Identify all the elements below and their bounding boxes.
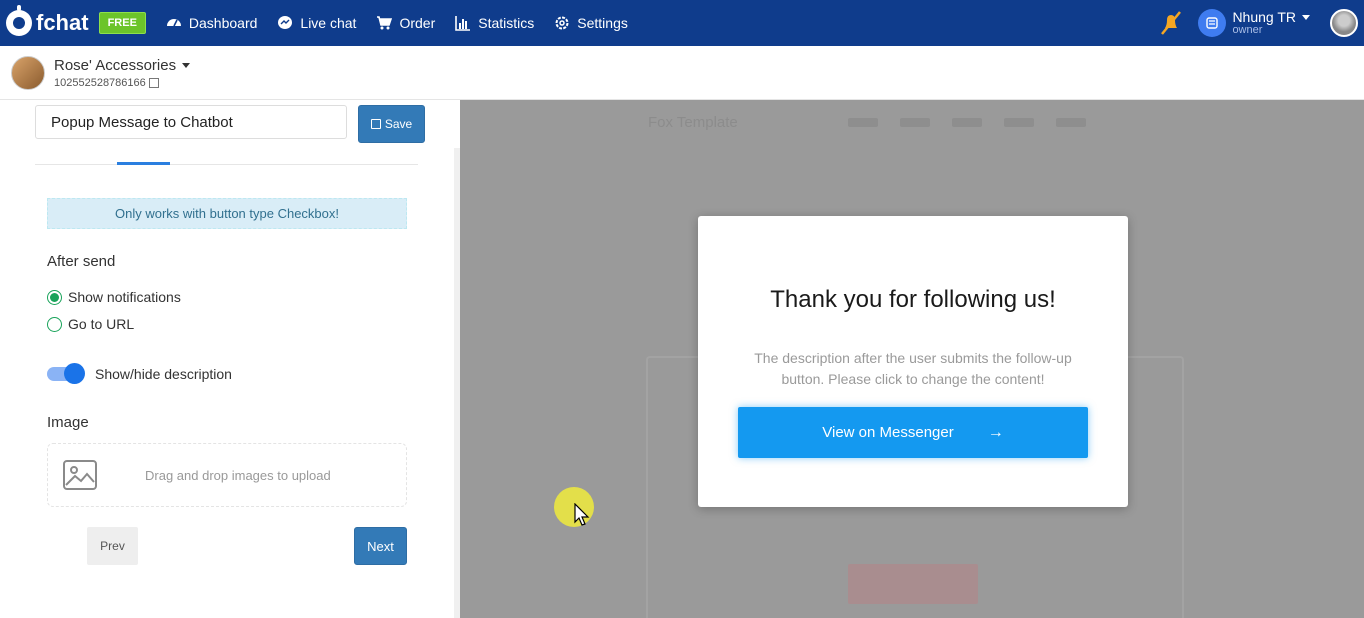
description-toggle-row[interactable]: Show/hide description (47, 363, 232, 384)
nav-dashboard-label: Dashboard (188, 15, 258, 31)
after-send-title: After send (47, 253, 116, 270)
nav-dashboard[interactable]: Dashboard (166, 15, 258, 31)
preview-background-link (848, 118, 878, 127)
description-toggle[interactable] (47, 363, 85, 384)
chevron-down-icon (1302, 14, 1310, 20)
modal-description[interactable]: The description after the user submits t… (743, 348, 1083, 390)
top-navbar: fchat FREE Dashboard Live chat Order Sta… (0, 0, 1364, 46)
fchat-logo[interactable]: fchat (6, 5, 89, 36)
arrow-right-icon: → (987, 423, 1004, 441)
prev-button[interactable]: Prev (87, 527, 138, 565)
modal-title[interactable]: Thank you for following us! (698, 286, 1128, 314)
bell-off-icon[interactable] (1156, 8, 1186, 38)
preview-background-link (1056, 118, 1086, 127)
preview-background-brand: Fox Template (648, 114, 738, 131)
radio-label: Show notifications (68, 289, 181, 305)
bar-chart-icon (455, 15, 471, 31)
popup-title-input[interactable]: Popup Message to Chatbot (35, 105, 347, 139)
preview-background-button (848, 564, 978, 604)
radio-checked[interactable] (47, 289, 62, 305)
nav-settings[interactable]: Settings (554, 15, 628, 31)
popup-preview: Fox Template Thank you for following us!… (460, 100, 1364, 618)
preview-background-link (900, 118, 930, 127)
profile-photo[interactable] (1330, 9, 1358, 37)
info-alert: Only works with button type Checkbox! (47, 198, 407, 229)
user-name: Nhung TR (1232, 9, 1296, 25)
follow-popup-modal: Thank you for following us! The descript… (698, 216, 1128, 507)
page-avatar (11, 55, 45, 90)
page-selector[interactable]: Rose' Accessories 102552528786166 (54, 56, 191, 89)
page-id: 102552528786166 (54, 76, 146, 89)
image-dropzone[interactable]: Drag and drop images to upload (47, 443, 407, 507)
toggle-label: Show/hide description (95, 366, 232, 382)
radio-unchecked[interactable] (47, 316, 62, 332)
nav-live-chat[interactable]: Live chat (277, 15, 356, 31)
nav-statistics[interactable]: Statistics (455, 15, 534, 31)
page-selector-bar: Rose' Accessories 102552528786166 (0, 46, 1364, 100)
user-avatar[interactable] (1198, 9, 1227, 37)
radio-show-notifications[interactable]: Show notifications (47, 289, 181, 305)
cart-icon (376, 15, 393, 31)
save-icon (370, 119, 381, 129)
messenger-icon (277, 15, 293, 31)
preview-background-nav: Fox Template (648, 114, 1168, 132)
tab-active-indicator[interactable] (117, 162, 170, 165)
preview-background-link (1004, 118, 1034, 127)
dropzone-text: Drag and drop images to upload (145, 467, 331, 483)
nav-settings-label: Settings (577, 15, 628, 31)
next-button[interactable]: Next (354, 527, 407, 565)
image-title: Image (47, 414, 89, 431)
nav-order[interactable]: Order (376, 15, 435, 31)
dashboard-icon (166, 15, 182, 31)
user-menu[interactable]: Nhung TR owner (1232, 10, 1310, 36)
page-name: Rose' Accessories (54, 56, 177, 74)
save-button[interactable]: Save (358, 105, 425, 143)
image-icon (63, 460, 97, 490)
radio-go-to-url[interactable]: Go to URL (47, 316, 134, 332)
copy-icon[interactable] (148, 77, 159, 88)
radio-label: Go to URL (68, 316, 135, 332)
messenger-button-label: View on Messenger (822, 424, 954, 441)
editor-panel: Popup Message to Chatbot Save Only works… (0, 100, 460, 618)
chevron-down-icon (182, 62, 191, 68)
preview-background-link (952, 118, 982, 127)
fchat-logo-icon (6, 5, 32, 36)
nav-live-chat-label: Live chat (300, 15, 357, 31)
nav-order-label: Order (399, 15, 436, 31)
tab-divider (35, 164, 418, 165)
plan-badge: FREE (98, 12, 146, 34)
brand-name: fchat (36, 10, 89, 35)
mouse-cursor-icon (574, 503, 590, 526)
nav-statistics-label: Statistics (478, 15, 535, 31)
gear-icon (554, 15, 570, 31)
save-label: Save (384, 117, 413, 131)
view-on-messenger-button[interactable]: View on Messenger → (738, 407, 1088, 458)
user-role: owner (1232, 24, 1263, 36)
